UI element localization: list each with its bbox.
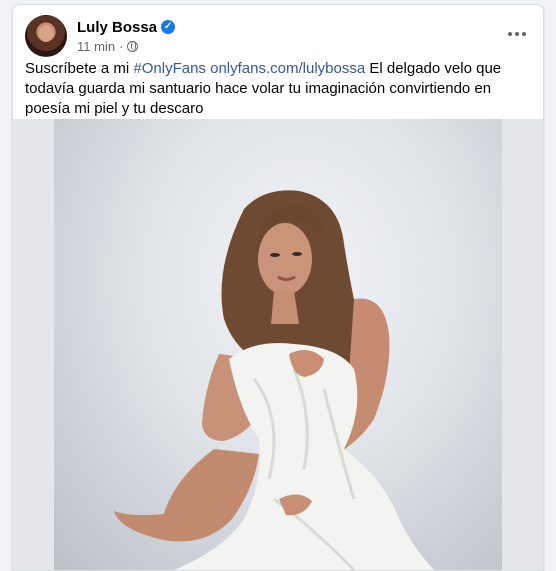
author-name[interactable]: Luly Bossa <box>77 19 157 36</box>
post-text: Suscríbete a mi #OnlyFans onlyfans.com/l… <box>25 59 525 119</box>
profile-link[interactable]: onlyfans.com/lulybossa <box>210 60 365 77</box>
media-left-pillar <box>13 119 54 570</box>
verified-badge-icon: ✓ <box>161 20 176 34</box>
avatar[interactable] <box>25 15 67 57</box>
timestamp[interactable]: 11 min <box>77 39 115 54</box>
post-meta: 11 min · <box>77 39 139 54</box>
author-row: Luly Bossa ✓ <box>77 17 176 37</box>
post-text-prefix: Suscríbete a mi <box>25 60 134 77</box>
more-options-icon[interactable] <box>503 23 531 45</box>
separator-dot: · <box>119 39 124 54</box>
media-right-pillar <box>502 119 543 570</box>
globe-icon[interactable] <box>127 41 139 52</box>
hashtag-link[interactable]: #OnlyFans <box>133 60 206 77</box>
post-card: Luly Bossa ✓ 11 min · Suscríbete a mi #O… <box>12 4 544 571</box>
post-photo[interactable] <box>54 119 502 570</box>
photo-illustration <box>114 190 434 570</box>
post-header: Luly Bossa ✓ 11 min · <box>25 15 531 57</box>
post-media[interactable] <box>13 119 543 570</box>
